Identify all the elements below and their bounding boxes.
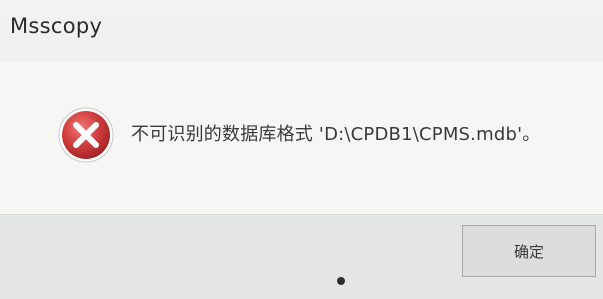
error-icon [58,107,114,163]
dialog-footer: 确定 [0,214,603,299]
ok-button[interactable]: 确定 [462,225,596,277]
screen-speck [337,277,345,285]
message-dialog: Msscopy 不可识别的数据库格式 'D:\CPDB1\CPMS.mdb'。 … [0,0,603,299]
error-message: 不可识别的数据库格式 'D:\CPDB1\CPMS.mdb'。 [131,124,541,145]
dialog-title: Msscopy [10,14,103,38]
dialog-content: 不可识别的数据库格式 'D:\CPDB1\CPMS.mdb'。 [0,62,603,214]
title-bar[interactable]: Msscopy [0,0,603,62]
